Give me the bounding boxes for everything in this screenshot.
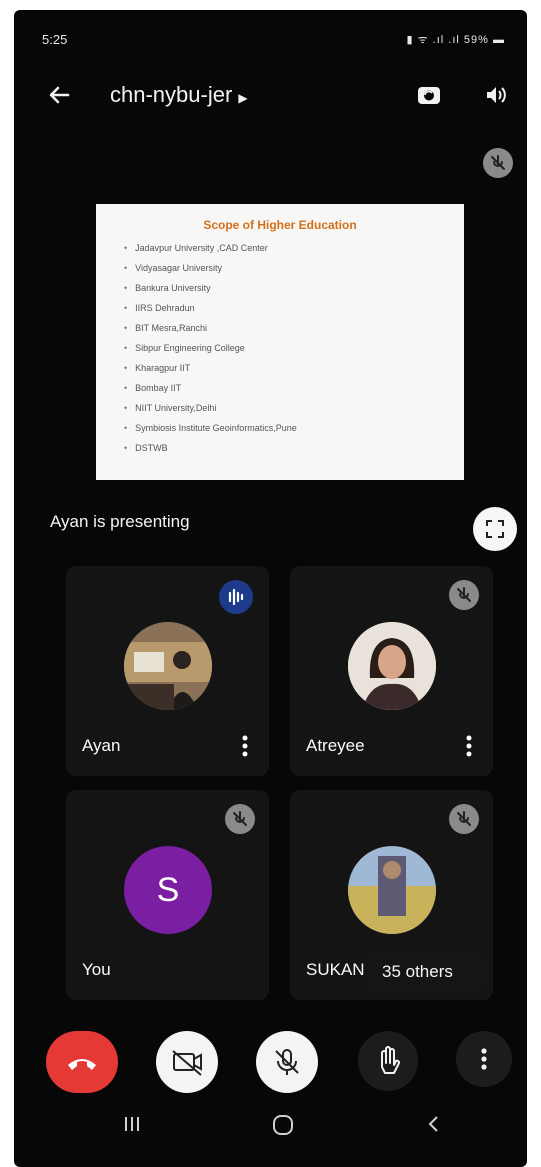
presenter-mic-off-icon xyxy=(483,148,513,178)
more-options-button[interactable] xyxy=(456,1031,512,1087)
mic-off-icon xyxy=(275,1049,299,1075)
slide-item: Jadavpur University ,CAD Center xyxy=(124,238,297,258)
participant-name: You xyxy=(82,960,111,979)
participant-tile-ayan[interactable]: Ayan xyxy=(66,566,269,776)
slide-item: Bankura University xyxy=(124,278,297,298)
presenting-label: Ayan is presenting xyxy=(50,512,190,531)
slide-item: Vidyasagar University xyxy=(124,258,297,278)
switch-camera-icon[interactable] xyxy=(414,80,444,110)
mic-off-icon xyxy=(449,580,479,610)
avatar-initial: S xyxy=(124,846,212,934)
participant-name: Atreyee xyxy=(306,736,365,755)
slide-item: NIIT University,Delhi xyxy=(124,398,297,418)
slide-item: Symbiosis Institute Geoinformatics,Pune xyxy=(124,418,297,438)
battery-level: 59% xyxy=(463,34,489,46)
end-call-icon xyxy=(68,1059,96,1070)
slide-item: Kharagpur IIT xyxy=(124,358,297,378)
battery-percent: ▮ ᯤ .ıl .ıl 59% ▬ xyxy=(406,34,505,46)
system-nav-bar xyxy=(14,1100,527,1160)
participant-tile-you[interactable]: S You xyxy=(66,790,269,1000)
slide-title: Scope of Higher Education xyxy=(203,218,357,232)
raise-hand-button[interactable] xyxy=(358,1031,418,1091)
end-call-button[interactable] xyxy=(46,1031,118,1093)
participant-tile-atreyee[interactable]: Atreyee xyxy=(290,566,493,776)
others-label: 35 others xyxy=(382,962,453,981)
mic-off-icon xyxy=(449,804,479,834)
app-bar: chn-nybu-jer ▶ xyxy=(14,70,527,126)
others-count-chip[interactable]: 35 others xyxy=(366,952,488,992)
participant-name: SUKAN xyxy=(306,960,365,979)
back-arrow-icon[interactable] xyxy=(44,80,74,110)
more-vert-icon[interactable] xyxy=(465,734,473,758)
status-time: 5:25 xyxy=(42,32,68,47)
raise-hand-icon xyxy=(381,1046,400,1074)
home-icon[interactable] xyxy=(270,1112,296,1138)
presented-slide: Scope of Higher Education Jadavpur Unive… xyxy=(96,204,464,480)
mic-toggle-button[interactable] xyxy=(256,1031,318,1093)
fullscreen-icon xyxy=(486,520,504,538)
more-vert-icon[interactable] xyxy=(241,734,249,758)
slide-item: Sibpur Engineering College xyxy=(124,338,297,358)
fullscreen-button[interactable] xyxy=(473,507,517,551)
status-bar: 5:25 ▮ ᯤ .ıl .ıl 59% ▬ xyxy=(14,28,527,58)
camera-toggle-button[interactable] xyxy=(156,1031,218,1093)
slide-item: IIRS Dehradun xyxy=(124,298,297,318)
mic-off-icon xyxy=(225,804,255,834)
more-vert-icon xyxy=(481,1048,487,1070)
avatar xyxy=(348,846,436,934)
slide-item: DSTWB xyxy=(124,438,297,458)
participant-name: Ayan xyxy=(82,736,121,755)
avatar xyxy=(348,622,436,710)
camera-off-icon xyxy=(172,1050,202,1076)
nav-back-icon[interactable] xyxy=(422,1112,446,1136)
audio-wave-icon xyxy=(219,580,253,614)
meeting-code[interactable]: chn-nybu-jer ▶ xyxy=(110,82,248,108)
slide-item: Bombay IIT xyxy=(124,378,297,398)
slide-item: BIT Mesra,Ranchi xyxy=(124,318,297,338)
meeting-code-text: chn-nybu-jer xyxy=(110,82,233,107)
speaker-icon[interactable] xyxy=(481,80,511,110)
slide-list: Jadavpur University ,CAD Center Vidyasag… xyxy=(124,238,297,458)
recents-icon[interactable] xyxy=(120,1112,144,1136)
phone-screen: 5:25 ▮ ᯤ .ıl .ıl 59% ▬ chn-nybu-jer ▶ Sc… xyxy=(14,10,527,1167)
chevron-right-icon: ▶ xyxy=(238,91,248,105)
avatar xyxy=(124,622,212,710)
